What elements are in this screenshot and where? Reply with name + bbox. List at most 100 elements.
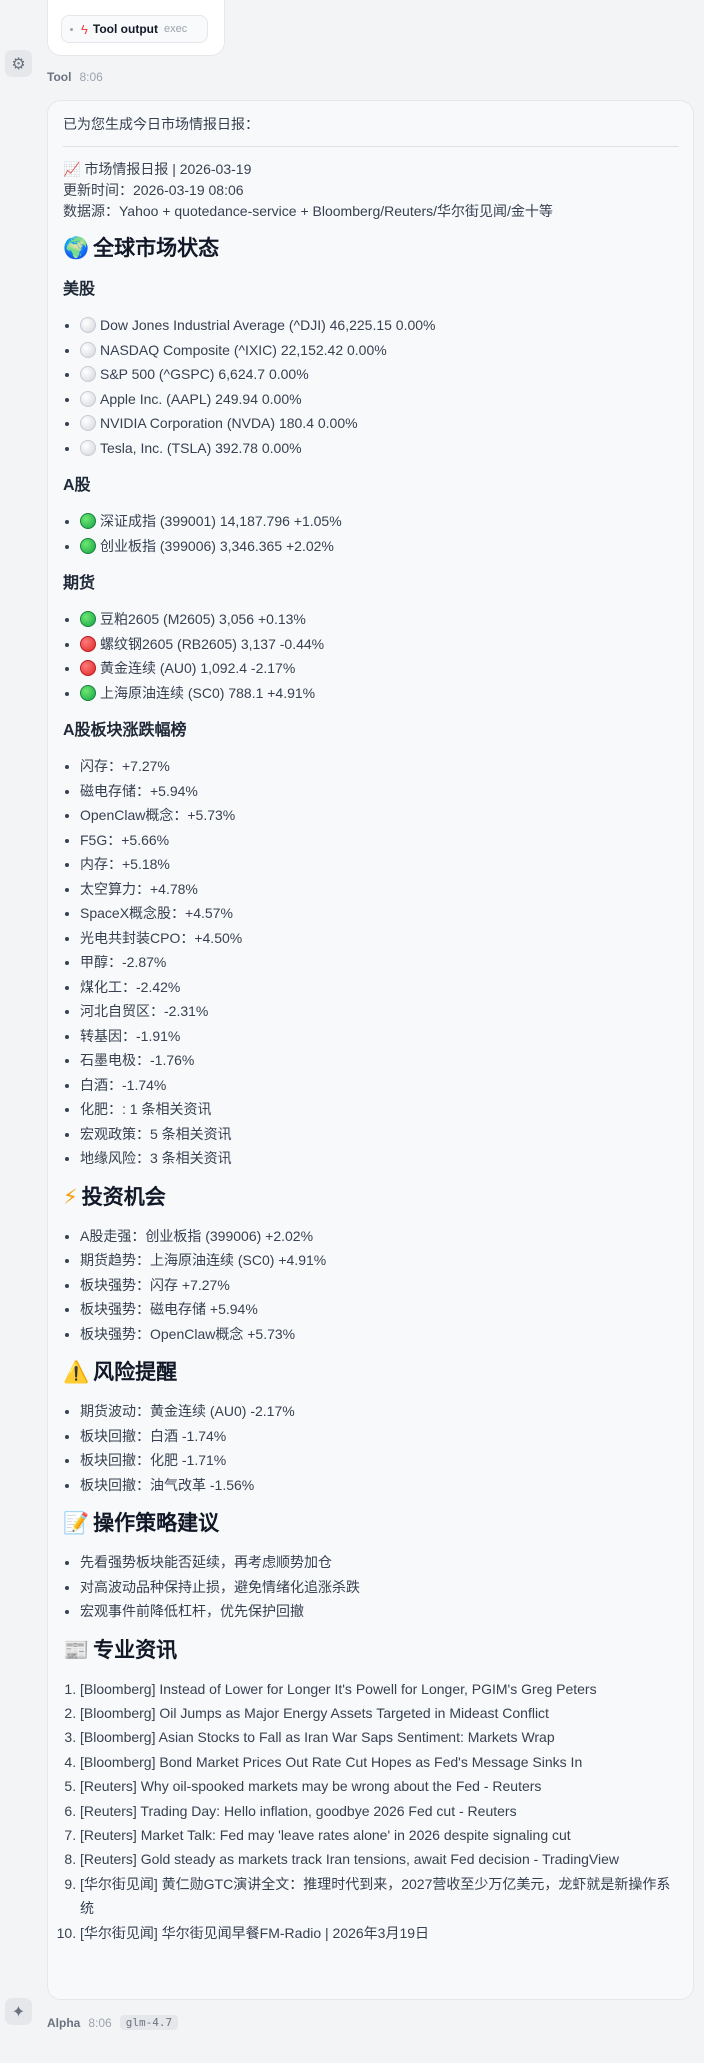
news-item[interactable]: [Bloomberg] Oil Jumps as Major Energy As… xyxy=(80,1701,679,1725)
list-item: 创业板指 (399006) 3,346.365 +2.02% xyxy=(80,534,679,559)
news-item[interactable]: [Bloomberg] Instead of Lower for Longer … xyxy=(80,1677,679,1701)
list-item: NASDAQ Composite (^IXIC) 22,152.42 0.00% xyxy=(80,338,679,363)
green-circle-icon xyxy=(80,684,96,701)
message-time: 8:06 xyxy=(79,70,103,84)
news-item[interactable]: [华尔街见闻] 黄仁勋GTC演讲全文：推理时代到来，2027营收至少万亿美元，龙… xyxy=(80,1872,679,1921)
memo-icon: 📝 xyxy=(63,1512,90,1535)
list-item: 板块回撤：白酒 -1.74% xyxy=(80,1424,679,1449)
list-item: 白酒：-1.74% xyxy=(80,1073,679,1098)
list-item: A股走强：创业板指 (399006) +2.02% xyxy=(80,1224,679,1249)
list-item: 宏观政策：5 条相关资讯 xyxy=(80,1122,679,1147)
opportunities-list: A股走强：创业板指 (399006) +2.02% 期货趋势：上海原油连续 (S… xyxy=(63,1224,679,1347)
list-item: 化肥：: 1 条相关资讯 xyxy=(80,1097,679,1122)
list-item: 甲醇：-2.87% xyxy=(80,950,679,975)
us-list: Dow Jones Industrial Average (^DJI) 46,2… xyxy=(63,313,679,460)
divider xyxy=(63,146,679,147)
list-item: 对高波动品种保持止损，避免情绪化追涨杀跌 xyxy=(80,1575,679,1600)
model-badge: glm-4.7 xyxy=(119,2015,179,2030)
futures-list: 豆粕2605 (M2605) 3,056 +0.13% 螺纹钢2605 (RB2… xyxy=(63,607,679,705)
list-item: 河北自贸区：-2.31% xyxy=(80,999,679,1024)
section-heading-news: 📰 专业资讯 xyxy=(63,1636,679,1666)
list-item: 期货趋势：上海原油连续 (SC0) +4.91% xyxy=(80,1248,679,1273)
green-circle-icon xyxy=(80,513,96,529)
list-item: 先看强势板块能否延续，再考虑顺势加仓 xyxy=(80,1550,679,1575)
a-shares-list: 深证成指 (399001) 14,187.796 +1.05% 创业板指 (39… xyxy=(63,509,679,558)
neutral-circle-icon xyxy=(80,390,96,407)
subheading-futures: 期货 xyxy=(63,575,96,592)
list-item: 螺纹钢2605 (RB2605) 3,137 -0.44% xyxy=(80,632,679,657)
list-item: 石墨电极：-1.76% xyxy=(80,1048,679,1073)
list-item: Tesla, Inc. (TSLA) 392.78 0.00% xyxy=(80,436,679,461)
expand-dot-icon xyxy=(70,27,73,31)
list-item: 期货波动：黄金连续 (AU0) -2.17% xyxy=(80,1399,679,1424)
risks-list: 期货波动：黄金连续 (AU0) -2.17% 板块回撤：白酒 -1.74% 板块… xyxy=(63,1399,679,1497)
lightning-icon: ⚡ xyxy=(63,1185,78,1209)
neutral-circle-icon xyxy=(80,415,96,431)
list-item: SpaceX概念股：+4.57% xyxy=(80,901,679,926)
list-item: 煤化工：-2.42% xyxy=(80,975,679,1000)
tool-meta: Tool 8:06 xyxy=(47,70,111,84)
news-list: [Bloomberg] Instead of Lower for Longer … xyxy=(63,1677,679,1945)
neutral-circle-icon xyxy=(80,341,96,358)
tool-kind-label: exec xyxy=(163,23,188,35)
neutral-circle-icon xyxy=(80,439,96,456)
sender-name: Tool xyxy=(47,70,72,84)
list-item: OpenClaw概念：+5.73% xyxy=(80,803,679,828)
list-item: 太空算力：+4.78% xyxy=(80,877,679,902)
subheading-sectors: A股板块涨跌幅榜 xyxy=(63,722,187,739)
tool-output-card[interactable]: ϟ Tool output exec xyxy=(47,0,225,56)
list-item: Dow Jones Industrial Average (^DJI) 46,2… xyxy=(80,313,679,338)
news-item[interactable]: [Bloomberg] Asian Stocks to Fall as Iran… xyxy=(80,1725,679,1749)
sender-name: Alpha xyxy=(47,2015,81,2030)
lightning-icon: ϟ xyxy=(81,21,88,37)
red-circle-icon xyxy=(80,660,96,676)
sectors-list: 闪存：+7.27% 磁电存储：+5.94% OpenClaw概念：+5.73% … xyxy=(63,754,679,1171)
subheading-us: 美股 xyxy=(63,281,96,298)
list-item: 深证成指 (399001) 14,187.796 +1.05% xyxy=(80,509,679,534)
green-circle-icon xyxy=(80,611,96,627)
assistant-meta: Alpha 8:06 glm-4.7 xyxy=(47,2015,179,2030)
red-circle-icon xyxy=(80,635,96,652)
newspaper-icon: 📰 xyxy=(63,1638,90,1662)
warning-icon: ⚠️ xyxy=(63,1361,90,1384)
list-item: 光电共封装CPO：+4.50% xyxy=(80,926,679,951)
sparkle-icon: ✦ xyxy=(5,1998,32,2025)
list-item: 内存：+5.18% xyxy=(80,852,679,877)
list-item: F5G：+5.66% xyxy=(80,828,679,853)
neutral-circle-icon xyxy=(80,366,96,382)
message-time: 8:06 xyxy=(88,2015,112,2030)
list-item: 转基因：-1.91% xyxy=(80,1024,679,1049)
list-item: 板块回撤：化肥 -1.71% xyxy=(80,1448,679,1473)
report-title: 📈 市场情报日报 | 2026-03-19 xyxy=(63,161,252,177)
subheading-a-shares: A股 xyxy=(63,477,91,494)
gear-icon: ⚙ xyxy=(5,50,32,77)
list-item: 地缘风险：3 条相关资讯 xyxy=(80,1146,679,1171)
tool-output-label: Tool output xyxy=(92,22,158,36)
list-item: 板块强势：磁电存储 +5.94% xyxy=(80,1297,679,1322)
updated-time: 更新时间：2026-03-19 08:06 xyxy=(63,182,244,198)
news-item[interactable]: [Bloomberg] Bond Market Prices Out Rate … xyxy=(80,1750,679,1774)
list-item: 宏观事件前降低杠杆，优先保护回撤 xyxy=(80,1599,679,1624)
list-item: S&P 500 (^GSPC) 6,624.7 0.00% xyxy=(80,362,679,387)
section-heading-risks: ⚠️ 风险提醒 xyxy=(63,1358,679,1388)
section-heading-strategy: 📝 操作策略建议 xyxy=(63,1509,679,1539)
strategy-list: 先看强势板块能否延续，再考虑顺势加仓 对高波动品种保持止损，避免情绪化追涨杀跌 … xyxy=(63,1550,679,1624)
news-item[interactable]: [Reuters] Gold steady as markets track I… xyxy=(80,1847,679,1871)
neutral-circle-icon xyxy=(80,317,96,333)
list-item: 黄金连续 (AU0) 1,092.4 -2.17% xyxy=(80,656,679,681)
section-heading-opportunities: ⚡ 投资机会 xyxy=(63,1183,679,1213)
data-sources: 数据源：Yahoo + quotedance-service + Bloombe… xyxy=(63,203,553,219)
news-item[interactable]: [华尔街见闻] 华尔街见闻早餐FM-Radio | 2026年3月19日 xyxy=(80,1921,679,1945)
tool-output-chip[interactable]: ϟ Tool output exec xyxy=(61,15,208,43)
assistant-message: 已为您生成今日市场情报日报： 📈 市场情报日报 | 2026-03-19 更新时… xyxy=(47,100,694,2000)
news-item[interactable]: [Reuters] Market Talk: Fed may 'leave ra… xyxy=(80,1823,679,1847)
section-heading-global: 🌍 全球市场状态 xyxy=(63,234,679,264)
list-item: Apple Inc. (AAPL) 249.94 0.00% xyxy=(80,387,679,412)
news-item[interactable]: [Reuters] Trading Day: Hello inflation, … xyxy=(80,1799,679,1823)
intro-text: 已为您生成今日市场情报日报： xyxy=(63,116,259,132)
list-item: 板块强势：闪存 +7.27% xyxy=(80,1273,679,1298)
list-item: 磁电存储：+5.94% xyxy=(80,779,679,804)
globe-icon: 🌍 xyxy=(63,237,90,260)
list-item: 上海原油连续 (SC0) 788.1 +4.91% xyxy=(80,681,679,706)
news-item[interactable]: [Reuters] Why oil-spooked markets may be… xyxy=(80,1774,679,1798)
